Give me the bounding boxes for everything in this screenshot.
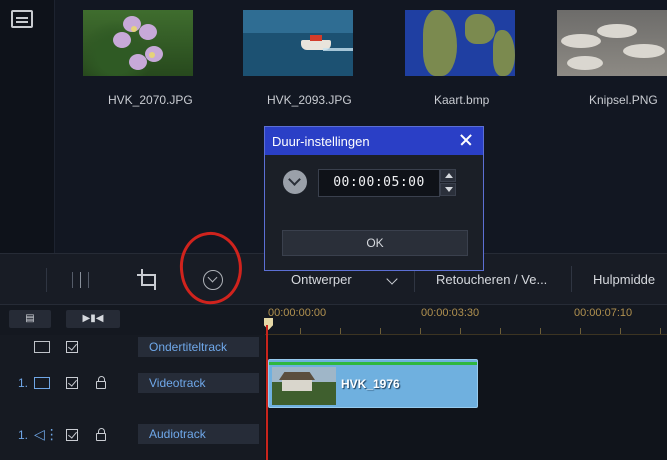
toolbar-divider (571, 266, 572, 292)
media-label: HVK_2093.JPG (267, 93, 352, 107)
media-label: Knipsel.PNG (589, 93, 658, 107)
track-label: Videotrack (138, 373, 259, 393)
track-number: 1. (18, 376, 29, 390)
clip-name: HVK_1976 (341, 377, 400, 391)
audio-track-row: 1. ◁⋮ Audiotrack (0, 409, 667, 460)
media-label: Kaart.bmp (434, 93, 490, 107)
crop-icon[interactable] (136, 267, 158, 290)
track-enable-checkbox[interactable] (66, 341, 78, 353)
decrement-button[interactable] (440, 183, 456, 196)
close-icon[interactable] (458, 132, 474, 148)
track-label: Audiotrack (138, 424, 259, 444)
playhead-line[interactable] (266, 325, 268, 460)
media-thumbnail-kaart[interactable] (405, 10, 515, 76)
track-enable-checkbox[interactable] (66, 377, 78, 389)
split-icon[interactable] (68, 272, 94, 288)
designer-menu[interactable]: Ontwerper (291, 272, 352, 287)
ok-button[interactable]: OK (282, 230, 468, 256)
duration-input[interactable]: 00:00:05:00 (318, 169, 440, 197)
speaker-icon: ◁⋮ (34, 426, 59, 442)
retouch-menu[interactable]: Retoucheren / Ve... (436, 272, 547, 287)
library-view-icon[interactable] (11, 10, 33, 28)
clock-icon (283, 170, 307, 194)
subtitle-track-area[interactable] (265, 335, 667, 359)
ruler-time: 00:00:03:30 (421, 307, 480, 319)
clip-thumbnail (272, 367, 336, 405)
track-label: Ondertiteltrack (138, 337, 259, 357)
video-track-icon (34, 377, 50, 389)
subtitle-track-row: Ondertiteltrack (0, 335, 667, 359)
fit-timeline-button[interactable]: ▶▮◀ (66, 310, 120, 328)
video-clip[interactable]: HVK_1976 (268, 359, 478, 408)
tools-menu[interactable]: Hulpmidde (593, 272, 655, 287)
track-manager-button[interactable]: ▤ (9, 310, 51, 328)
media-thumbnail-hvk-2093[interactable] (243, 10, 353, 76)
lock-icon[interactable] (96, 428, 106, 441)
subtitle-icon (34, 341, 50, 353)
track-enable-checkbox[interactable] (66, 429, 78, 441)
dialog-title: Duur-instellingen (272, 134, 370, 149)
media-thumbnail-knipsel[interactable] (557, 10, 667, 76)
audio-track-area[interactable] (265, 409, 667, 460)
library-side-panel (0, 0, 55, 253)
increment-button[interactable] (440, 169, 456, 182)
lock-icon[interactable] (96, 376, 106, 389)
media-label: HVK_2070.JPG (108, 93, 193, 107)
track-number: 1. (18, 428, 29, 442)
clip-status-bar (269, 362, 477, 365)
duration-dialog: Duur-instellingen 00:00:05:00 OK (264, 126, 484, 271)
media-thumbnail-hvk-2070[interactable] (83, 10, 193, 76)
ruler-time: 00:00:07:10 (574, 307, 633, 319)
dialog-titlebar[interactable]: Duur-instellingen (265, 127, 483, 155)
ruler-time: 00:00:00:00 (268, 307, 327, 319)
toolbar-divider (46, 268, 47, 292)
